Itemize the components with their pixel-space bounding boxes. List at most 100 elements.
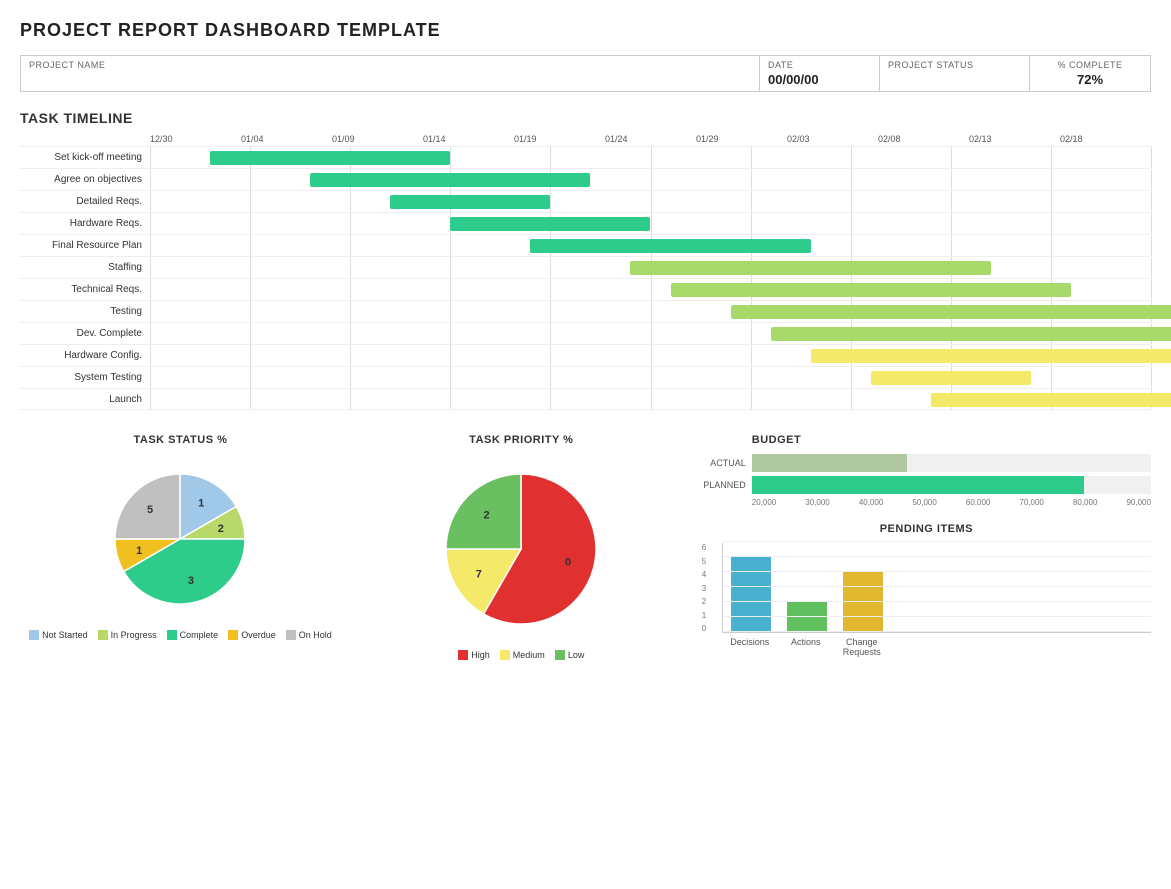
- grid-line-1: [250, 191, 251, 212]
- gantt-row-7: Testing: [20, 300, 1151, 322]
- grid-line-5: [651, 389, 652, 409]
- status-legend-dot-0: [29, 630, 39, 640]
- grid-line-9: [1051, 147, 1052, 168]
- gantt-track-10: [150, 367, 1151, 388]
- grid-line-9: [1051, 257, 1052, 278]
- status-legend-item-1: In Progress: [98, 630, 157, 640]
- pending-bar-0: [731, 557, 771, 632]
- grid-line-0: [150, 279, 151, 300]
- grid-line-1: [250, 213, 251, 234]
- grid-line-5: [651, 301, 652, 322]
- grid-line-0: [150, 257, 151, 278]
- task-status-title: TASK STATUS %: [20, 434, 341, 446]
- gantt-bar-10: [871, 371, 1031, 385]
- pending-grid-4: [723, 571, 1151, 572]
- task-priority-title: TASK PRIORITY %: [361, 434, 682, 446]
- grid-line-1: [250, 301, 251, 322]
- grid-line-4: [550, 367, 551, 388]
- task-priority-chart: TASK PRIORITY % 072 HighMediumLow: [361, 434, 682, 660]
- project-complete-label: % COMPLETE: [1038, 60, 1142, 70]
- budget-axis-label-1: 30,000: [805, 498, 829, 507]
- budget-track-actual: [752, 454, 1151, 472]
- priority-legend-label-2: Low: [568, 650, 585, 660]
- grid-line-6: [751, 169, 752, 190]
- budget-bars: ACTUALPLANNED20,00030,00040,00050,00060,…: [702, 454, 1151, 507]
- budget-axis-label-3: 50,000: [912, 498, 936, 507]
- grid-line-5: [651, 191, 652, 212]
- grid-line-1: [250, 235, 251, 256]
- gantt-date-10: 02/18: [1060, 134, 1151, 144]
- gantt-label-6: Technical Reqs.: [20, 284, 150, 295]
- gantt-track-4: [150, 235, 1151, 256]
- pending-chart-area: [722, 543, 1151, 633]
- pending-grid-1: [723, 616, 1151, 617]
- pending-col-0: [731, 557, 771, 632]
- gantt-date-6: 01/29: [696, 134, 787, 144]
- grid-line-3: [450, 345, 451, 366]
- grid-line-5: [651, 213, 652, 234]
- gantt-label-0: Set kick-off meeting: [20, 152, 150, 163]
- grid-line-9: [1051, 169, 1052, 190]
- grid-line-0: [150, 169, 151, 190]
- priority-legend-item-1: Medium: [500, 650, 545, 660]
- gantt-row-5: Staffing: [20, 256, 1151, 278]
- grid-line-10: [1151, 367, 1152, 388]
- grid-line-8: [951, 147, 952, 168]
- grid-line-2: [350, 235, 351, 256]
- gantt-bar-6: [671, 283, 1071, 297]
- pending-grid-3: [723, 586, 1151, 587]
- y-label-2: 2: [702, 597, 706, 606]
- pending-bar-2: [843, 572, 883, 632]
- y-label-6: 6: [702, 543, 706, 552]
- gantt-track-8: [150, 323, 1151, 344]
- grid-line-6: [751, 147, 752, 168]
- grid-line-2: [350, 213, 351, 234]
- project-name-label: PROJECT NAME: [29, 60, 751, 70]
- charts-row: TASK STATUS % 12315 Not StartedIn Progre…: [20, 434, 1151, 660]
- priority-legend-item-2: Low: [555, 650, 585, 660]
- gantt-label-2: Detailed Reqs.: [20, 196, 150, 207]
- grid-line-7: [851, 389, 852, 409]
- gantt-date-0: 12/30: [150, 134, 241, 144]
- gantt-date-1: 01/04: [241, 134, 332, 144]
- pie-label-1: 7: [476, 568, 482, 580]
- grid-line-5: [651, 345, 652, 366]
- task-status-pie-wrapper: 12315 Not StartedIn ProgressCompleteOver…: [20, 454, 341, 640]
- status-legend-dot-4: [286, 630, 296, 640]
- budget-row-actual: ACTUAL: [702, 454, 1151, 472]
- priority-legend-label-1: Medium: [513, 650, 545, 660]
- gantt-label-10: System Testing: [20, 372, 150, 383]
- grid-line-0: [150, 367, 151, 388]
- gantt-bar-11: [931, 393, 1171, 407]
- grid-line-9: [1051, 213, 1052, 234]
- grid-line-3: [450, 235, 451, 256]
- gantt-date-8: 02/08: [878, 134, 969, 144]
- grid-line-3: [450, 389, 451, 409]
- grid-line-2: [350, 257, 351, 278]
- grid-line-7: [851, 235, 852, 256]
- budget-fill-actual: [752, 454, 907, 472]
- grid-line-6: [751, 213, 752, 234]
- gantt-row-8: Dev. Complete: [20, 322, 1151, 344]
- grid-line-7: [851, 169, 852, 190]
- project-date-col: DATE 00/00/00: [760, 56, 880, 91]
- gantt-track-3: [150, 213, 1151, 234]
- gantt-grid: Set kick-off meetingAgree on objectivesD…: [20, 146, 1151, 410]
- y-label-0: 0: [702, 624, 706, 633]
- y-label-1: 1: [702, 611, 706, 620]
- priority-legend-label-0: High: [471, 650, 490, 660]
- y-label-3: 3: [702, 584, 706, 593]
- budget-track-planned: [752, 476, 1151, 494]
- grid-line-0: [150, 213, 151, 234]
- grid-line-8: [951, 235, 952, 256]
- gantt-track-2: [150, 191, 1151, 212]
- grid-line-10: [1151, 235, 1152, 256]
- gantt-date-5: 01/24: [605, 134, 696, 144]
- pending-x-label-0: Decisions: [730, 637, 770, 657]
- pending-bar-1: [787, 602, 827, 632]
- pie-label-4: 5: [147, 504, 153, 516]
- gantt-row-10: System Testing: [20, 366, 1151, 388]
- gantt-label-5: Staffing: [20, 262, 150, 273]
- budget-axis-label-0: 20,000: [752, 498, 776, 507]
- pending-col-1: [787, 602, 827, 632]
